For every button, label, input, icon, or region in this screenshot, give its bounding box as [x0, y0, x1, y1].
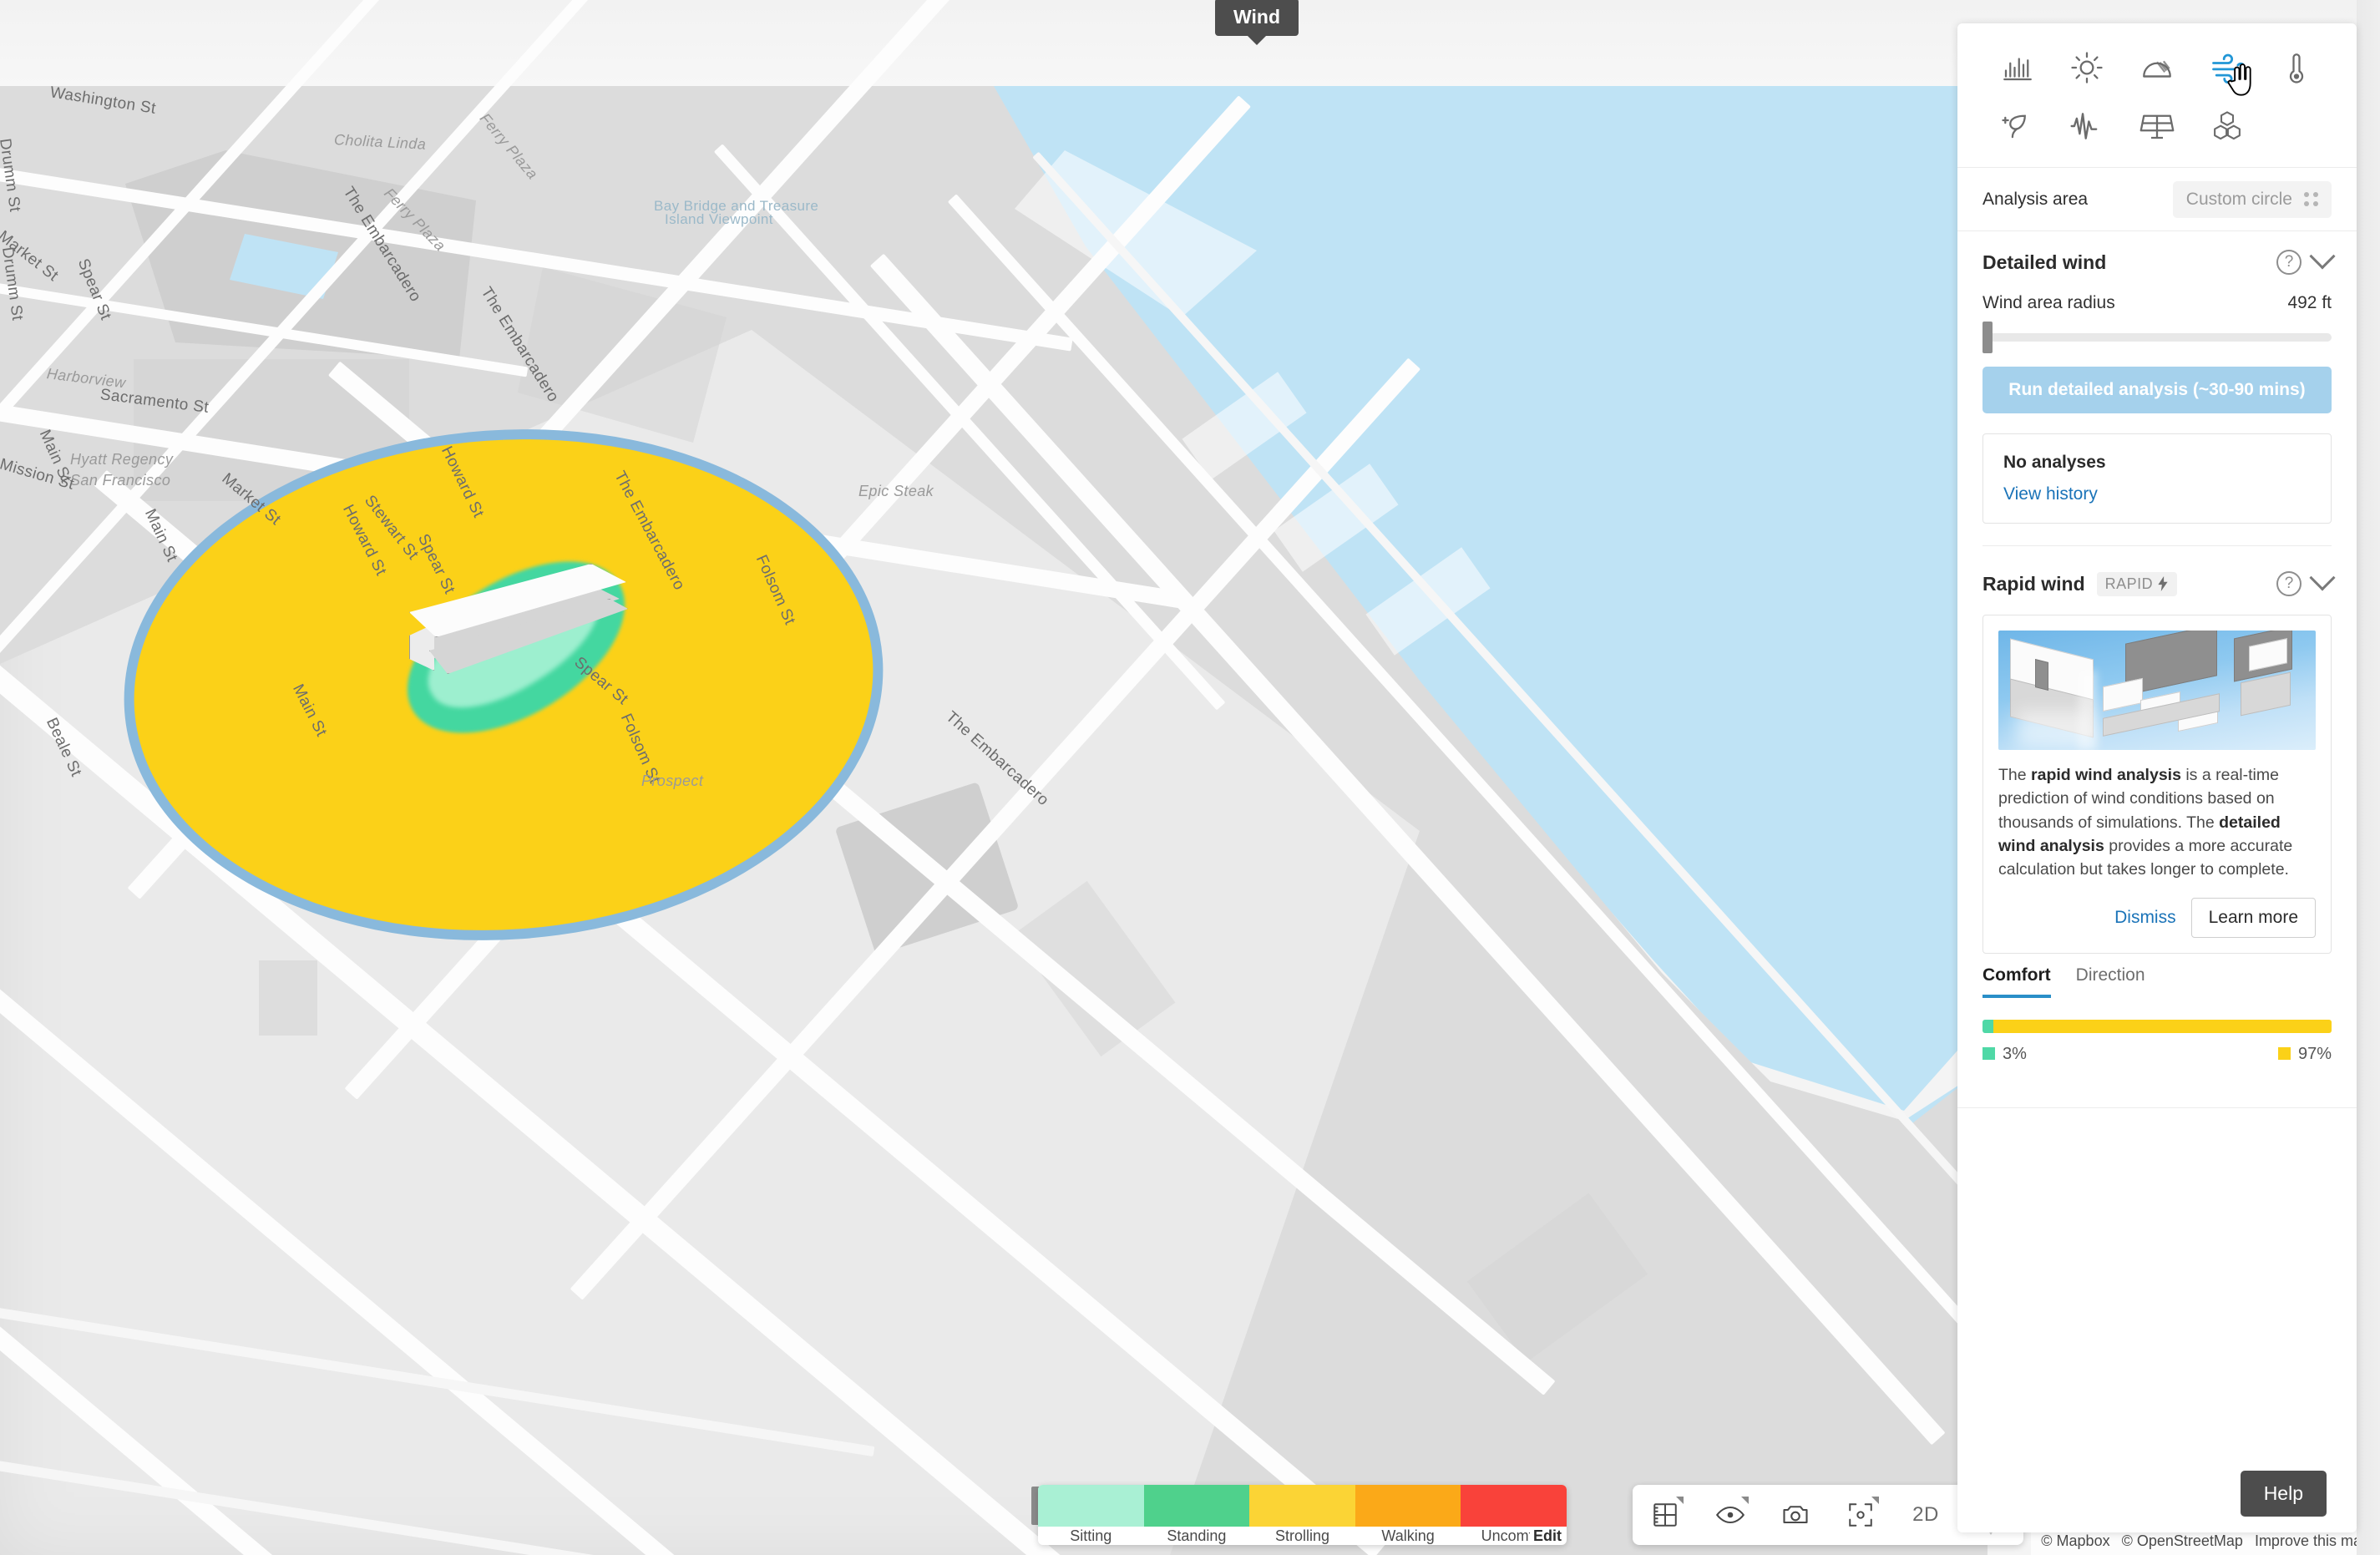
rapid-badge-text: RAPID: [2104, 575, 2154, 592]
learn-more-button[interactable]: Learn more: [2190, 898, 2316, 939]
rapid-wind-title: Rapid wind: [1982, 572, 2085, 595]
analysis-area-value: Custom circle: [2185, 189, 2292, 209]
comfort-scale-segment: [1038, 1485, 1144, 1527]
corner-marker: [1871, 1497, 1879, 1504]
panel-side-strip: [2357, 0, 2380, 1555]
dismiss-button[interactable]: Dismiss: [2114, 908, 2176, 928]
tab-direction[interactable]: Direction: [2076, 965, 2145, 998]
focus-target-icon[interactable]: [1840, 1494, 1881, 1536]
panel-bottom-separator: [1957, 1107, 2357, 1109]
wind-area-radius-value: 492 ft: [2287, 293, 2332, 312]
camera-icon[interactable]: [1775, 1494, 1816, 1536]
attribution-osm[interactable]: © OpenStreetMap: [2122, 1532, 2243, 1550]
wind-area-radius-row: Wind area radius 492 ft: [1982, 293, 2332, 313]
lightning-bolt-icon: [2158, 576, 2168, 591]
noise-wave-icon[interactable]: [2053, 100, 2123, 152]
daylight-icon[interactable]: [2122, 42, 2192, 94]
rapid-wind-description: The rapid wind analysis is a real-time p…: [1998, 766, 2293, 879]
app-root: Washington St Drumm St Drumm St Harborview S…: [0, 0, 2380, 1555]
comfort-scale-label: Walking: [1381, 1527, 1435, 1544]
comfort-scale-label: Strolling: [1274, 1527, 1329, 1544]
detailed-wind-header: Detailed wind ?: [1982, 243, 2336, 275]
rapid-wind-info-card: The rapid wind analysis is a real-time p…: [1982, 615, 2332, 955]
section-divider: [1982, 545, 2332, 546]
rapid-wind-card-actions: Dismiss Learn more: [1998, 898, 2316, 939]
comfort-distribution-segment: [1982, 1020, 1993, 1034]
legend-swatch: [2277, 1047, 2291, 1061]
detailed-wind-title: Detailed wind: [1982, 251, 2107, 273]
analysis-panel: Analysis area Custom circle Detailed win…: [1957, 23, 2357, 1532]
comfort-scale-segment: [1355, 1485, 1461, 1527]
wind-tooltip: Wind: [1215, 0, 1299, 45]
analyses-history-card: No analyses View history: [1982, 433, 2332, 524]
comfort-distribution-bar: [1982, 1020, 2332, 1034]
comfort-distribution-legend: 3% 97%: [1982, 1045, 2332, 1064]
help-question-icon[interactable]: ?: [2276, 571, 2302, 596]
comfort-value-low: 3%: [1982, 1045, 2027, 1064]
comfort-value-high: 97%: [2277, 1045, 2332, 1064]
wind-area-radius-label: Wind area radius: [1982, 293, 2115, 312]
run-detailed-analysis-button[interactable]: Run detailed analysis (~30-90 mins): [1982, 367, 2332, 413]
rapid-wind-section: Rapid wind RAPID ? The rapid wind analys…: [1957, 553, 2357, 960]
comfort-scale-segment: [1461, 1485, 1567, 1527]
edit-comfort-scale-button[interactable]: Edit: [1530, 1527, 1562, 1545]
analysis-area-selector[interactable]: Custom circle: [2172, 180, 2332, 218]
comfort-scale-labels: Sitting Standing Strolling Walking Uncomfor E…: [1038, 1527, 1567, 1545]
measure-grid-icon[interactable]: [1644, 1494, 1686, 1536]
slider-thumb[interactable]: [1982, 322, 1993, 353]
massing-cubes-icon[interactable]: [2192, 100, 2262, 152]
grip-dots-icon: [2304, 192, 2318, 206]
analysis-area-row: Analysis area Custom circle: [1957, 168, 2357, 231]
map-block: [259, 960, 317, 1036]
solar-panel-icon[interactable]: [2122, 100, 2192, 152]
view-history-link[interactable]: View history: [2003, 484, 2098, 504]
corner-marker: [1741, 1497, 1749, 1504]
detailed-wind-section: Detailed wind ? Wind area radius 492 ft …: [1957, 231, 2357, 553]
analysis-area-label: Analysis area: [1982, 189, 2089, 209]
comfort-scale-segment: [1143, 1485, 1250, 1527]
help-question-icon[interactable]: ?: [2276, 250, 2302, 275]
energy-leaf-icon[interactable]: [1982, 100, 2053, 152]
wind-area-radius-slider[interactable]: [1982, 322, 2332, 353]
dimension-toggle[interactable]: 2D: [1905, 1494, 1947, 1536]
analysis-type-toolbar[interactable]: [1957, 23, 2357, 168]
wind-icon[interactable]: [2192, 42, 2262, 94]
rapid-wind-preview-image: [1998, 631, 2316, 750]
help-button[interactable]: Help: [2240, 1471, 2327, 1517]
attribution-improve[interactable]: Improve this map: [2255, 1532, 2370, 1550]
comfort-scale-legend[interactable]: Sitting Standing Strolling Walking Uncomfor E…: [1038, 1485, 1567, 1545]
legend-swatch: [1982, 1047, 1995, 1061]
comfort-scale-label: Sitting: [1070, 1527, 1112, 1544]
eye-icon[interactable]: [1709, 1494, 1751, 1536]
rapid-wind-tabs[interactable]: Comfort Direction: [1957, 965, 2357, 999]
chevron-down-icon[interactable]: [2309, 243, 2336, 270]
chevron-down-icon[interactable]: [2309, 565, 2336, 591]
rapid-badge: RAPID: [2096, 571, 2178, 596]
corner-marker: [1676, 1497, 1684, 1504]
sun-icon[interactable]: [2053, 42, 2123, 94]
tab-comfort[interactable]: Comfort: [1982, 965, 2051, 999]
thermometer-icon[interactable]: [2261, 42, 2332, 94]
comfort-distribution-segment: [1993, 1020, 2332, 1034]
building-massing-3d[interactable]: [409, 564, 660, 697]
no-analyses-text: No analyses: [2003, 453, 2106, 472]
comfort-scale-bars: [1038, 1485, 1567, 1527]
attribution-mapbox[interactable]: © Mapbox: [2041, 1532, 2109, 1550]
bar-chart-icon[interactable]: [1982, 42, 2053, 94]
rapid-wind-header: Rapid wind RAPID ?: [1982, 565, 2336, 596]
comfort-scale-label: Standing: [1167, 1527, 1227, 1544]
comfort-scale-segment: [1249, 1485, 1355, 1527]
